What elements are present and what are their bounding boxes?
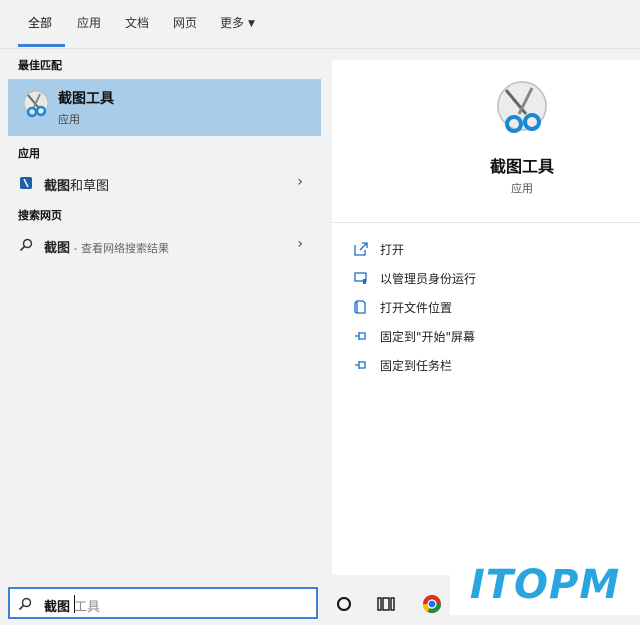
chevron-right-icon[interactable]: › [297, 236, 303, 252]
action-pin-to-start-label: 固定到"开始"屏幕 [380, 330, 476, 344]
action-open-file-location[interactable]: 打开文件位置 [354, 296, 614, 318]
search-icon [19, 238, 33, 252]
search-filter-tabs: 全部 应用 文档 网页 更多 ▼ [0, 0, 640, 49]
web-result-hint: - 查看网络搜索结果 [70, 242, 169, 255]
action-pin-to-taskbar[interactable]: 固定到任务栏 [354, 354, 614, 376]
search-box[interactable]: 截图 工具 [8, 587, 318, 619]
chrome-icon[interactable] [422, 594, 442, 614]
detail-pane: 截图工具 应用 打开 以管理员身份运行 打开文件位置 固定到"开始"屏幕 固定到… [332, 60, 640, 575]
action-open[interactable]: 打开 [354, 238, 614, 260]
action-pin-to-start[interactable]: 固定到"开始"屏幕 [354, 325, 614, 347]
watermark-logo: ITOPM [450, 555, 640, 615]
web-result-label: 截图 - 查看网络搜索结果 [44, 237, 169, 256]
tab-more[interactable]: 更多 ▼ [220, 14, 255, 31]
pin-icon [355, 332, 366, 340]
tab-all[interactable]: 全部 [28, 14, 52, 31]
pin-icon [355, 361, 366, 369]
section-best-match: 最佳匹配 [18, 59, 62, 72]
section-apps: 应用 [18, 147, 40, 160]
tab-more-label: 更多 [220, 16, 245, 30]
chevron-right-icon[interactable]: › [297, 174, 303, 190]
section-web: 搜索网页 [18, 209, 62, 222]
best-match-item[interactable]: 截图工具 应用 [8, 79, 321, 136]
web-result-snip[interactable]: 截图 - 查看网络搜索结果 › [8, 231, 321, 259]
detail-divider [332, 222, 640, 223]
task-view-icon[interactable] [376, 594, 396, 614]
cortana-icon[interactable] [334, 594, 354, 614]
search-icon [18, 597, 32, 611]
open-icon [354, 242, 368, 256]
app-result-rest: 和草图 [70, 179, 110, 194]
app-result-bold: 截图 [44, 179, 71, 194]
action-run-as-admin[interactable]: 以管理员身份运行 [354, 267, 614, 289]
detail-app-title: 截图工具 [489, 157, 554, 176]
action-open-label: 打开 [380, 243, 405, 257]
search-autocomplete: 工具 [74, 600, 101, 615]
best-match-subtitle: 应用 [58, 113, 80, 126]
tab-apps[interactable]: 应用 [77, 14, 101, 31]
detail-app-type: 应用 [511, 182, 533, 195]
chevron-down-icon: ▼ [248, 19, 255, 29]
snip-sketch-icon [20, 177, 32, 189]
active-tab-indicator [18, 44, 65, 47]
snipping-tool-large-icon [497, 81, 547, 133]
action-open-file-location-label: 打开文件位置 [380, 301, 453, 315]
admin-shield-icon [354, 272, 367, 284]
file-location-icon [354, 300, 366, 314]
snipping-tool-icon [23, 90, 49, 118]
action-run-as-admin-label: 以管理员身份运行 [380, 272, 477, 286]
tab-web[interactable]: 网页 [173, 14, 197, 31]
web-result-bold: 截图 [44, 241, 71, 256]
results-pane: 最佳匹配 截图工具 应用 应用 截图和草图 › 搜索网页 截图 - 查看网络搜索… [0, 49, 330, 584]
tab-documents[interactable]: 文档 [125, 14, 149, 31]
best-match-title: 截图工具 [58, 91, 114, 107]
app-result-snip-sketch[interactable]: 截图和草图 › [8, 169, 321, 197]
search-typed-text: 截图 [44, 600, 71, 615]
action-pin-to-taskbar-label: 固定到任务栏 [380, 359, 453, 373]
app-result-label: 截图和草图 [44, 175, 109, 194]
